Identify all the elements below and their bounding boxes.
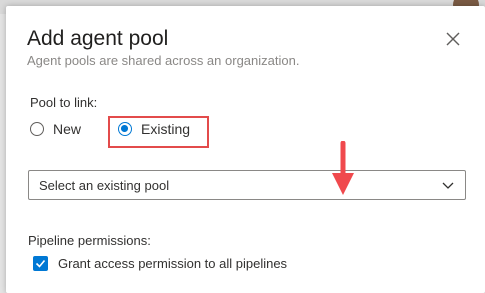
dialog-title: Add agent pool <box>27 27 169 50</box>
grant-access-checkbox-row[interactable]: Grant access permission to all pipelines <box>33 256 287 271</box>
pool-to-link-label: Pool to link: <box>30 95 98 110</box>
dialog-subtitle: Agent pools are shared across an organiz… <box>27 53 300 68</box>
add-agent-pool-dialog: Add agent pool Agent pools are shared ac… <box>6 6 485 293</box>
radio-existing-label: Existing <box>141 121 191 137</box>
radio-existing-circle[interactable] <box>118 122 132 136</box>
pipeline-permissions-label: Pipeline permissions: <box>28 233 151 248</box>
radio-existing[interactable]: Existing <box>118 121 190 137</box>
existing-pool-select-value: Select an existing pool <box>39 177 170 193</box>
close-icon[interactable] <box>444 30 462 48</box>
checkmark-icon <box>35 259 46 268</box>
arrow-down-icon <box>332 141 354 195</box>
existing-pool-select[interactable]: Select an existing pool <box>28 170 466 200</box>
radio-new-label: New <box>53 121 82 137</box>
radio-new-circle[interactable] <box>30 122 44 136</box>
grant-access-checkbox[interactable] <box>33 256 48 271</box>
radio-new[interactable]: New <box>30 121 81 137</box>
grant-access-label: Grant access permission to all pipelines <box>58 256 288 271</box>
chevron-down-icon <box>442 182 454 189</box>
